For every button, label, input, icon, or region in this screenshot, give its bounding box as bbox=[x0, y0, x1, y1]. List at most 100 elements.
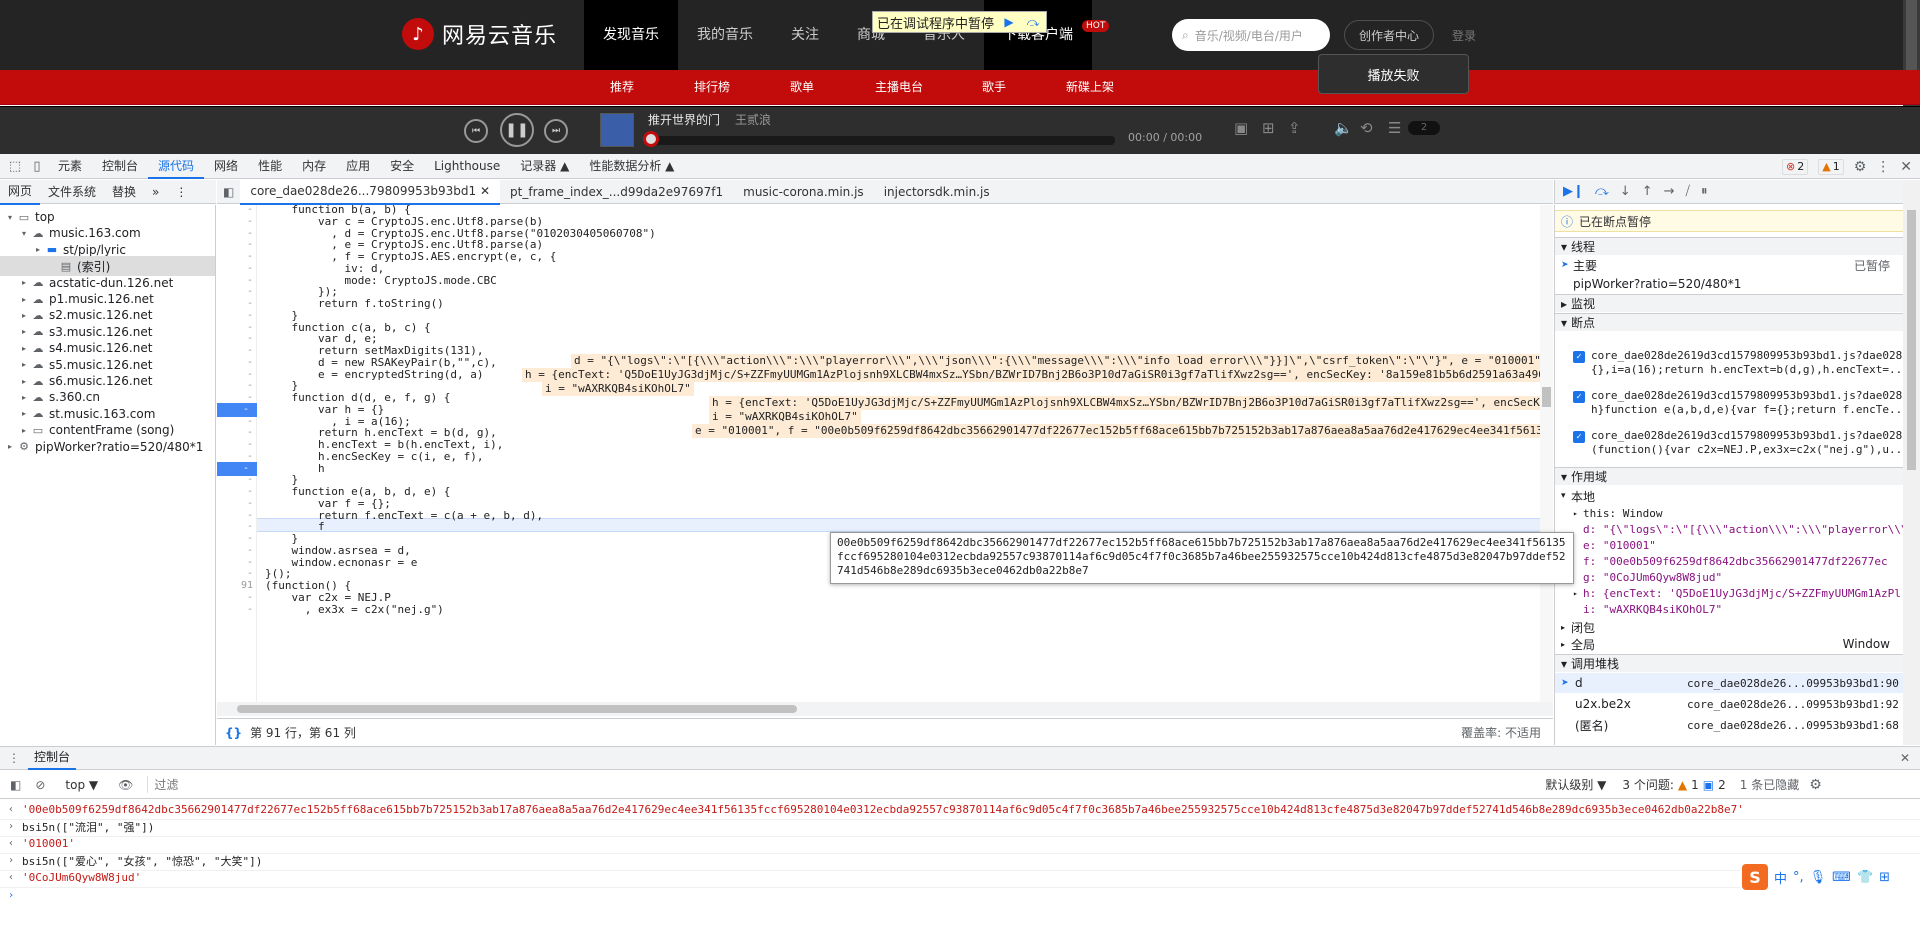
subnav-new-albums[interactable]: 新碟上架 bbox=[1066, 70, 1114, 105]
tree-arrow-icon[interactable]: ▸ bbox=[18, 278, 30, 287]
tree-arrow-icon[interactable]: ▸ bbox=[18, 327, 30, 336]
clear-console-icon[interactable]: ⊘ bbox=[35, 778, 45, 792]
warning-badge[interactable]: ▲ 1 bbox=[1818, 158, 1844, 175]
tree-arrow-icon[interactable]: ▸ bbox=[18, 311, 30, 320]
sidebar-toggle-icon[interactable]: ◧ bbox=[10, 778, 21, 792]
toolbox-icon[interactable]: ⊞ bbox=[1879, 870, 1890, 885]
thread-main[interactable]: ➤ 主要 已暂停 bbox=[1555, 256, 1903, 274]
nav-follow[interactable]: 关注 bbox=[772, 0, 838, 70]
more-tabs-icon[interactable]: » bbox=[144, 180, 167, 204]
callstack-section[interactable]: ▾ 调用堆栈 bbox=[1555, 654, 1903, 672]
watch-section[interactable]: ▸ 监视 bbox=[1555, 294, 1903, 312]
tab-network[interactable]: 网络 bbox=[204, 154, 248, 179]
song-artist[interactable]: 王贰浪 bbox=[735, 111, 771, 128]
tree-arrow-icon[interactable]: ▾ bbox=[18, 229, 30, 238]
collect-icon[interactable]: ⊞ bbox=[1262, 119, 1275, 137]
step-into-icon[interactable]: ↓ bbox=[1620, 184, 1631, 199]
share-icon[interactable]: ⇪ bbox=[1288, 119, 1301, 137]
close-icon[interactable]: ✕ bbox=[1900, 159, 1912, 175]
scope-var-e[interactable]: e: "010001" bbox=[1555, 537, 1903, 553]
previous-icon[interactable]: ⏮ bbox=[464, 119, 488, 143]
album-cover[interactable] bbox=[600, 113, 634, 147]
punctuation-icon[interactable]: °, bbox=[1793, 870, 1804, 885]
subnav-playlists[interactable]: 歌单 bbox=[790, 70, 814, 105]
next-icon[interactable]: ⏭ bbox=[544, 119, 568, 143]
subnav-radio[interactable]: 主播电台 bbox=[875, 70, 923, 105]
scope-global[interactable]: ▸ 全局 Window bbox=[1555, 636, 1903, 652]
tab-performance[interactable]: 性能 bbox=[248, 154, 292, 179]
tree-arrow-icon[interactable]: ▾ bbox=[4, 213, 16, 222]
step-over-icon[interactable]: ⤼ bbox=[1024, 14, 1042, 30]
tab-recorder[interactable]: 记录器 ▲ bbox=[510, 154, 579, 179]
playlist-icon[interactable]: ☰ bbox=[1388, 119, 1401, 137]
file-tab-injectorsdk[interactable]: injectorsdk.min.js bbox=[874, 180, 1000, 204]
callstack-frame[interactable]: u2x.be2x core_dae028de26...09953b93bd1:92 bbox=[1555, 694, 1903, 714]
more-icon[interactable]: ⋮ bbox=[1876, 159, 1890, 175]
editor-horizontal-scrollbar[interactable] bbox=[217, 702, 1553, 716]
volume-icon[interactable]: 🔈 bbox=[1334, 119, 1353, 137]
tree-arrow-icon[interactable]: ▸ bbox=[18, 377, 30, 386]
sogou-ime-icon[interactable]: S bbox=[1742, 864, 1768, 890]
log-levels-dropdown[interactable]: 默认级别 ▼ bbox=[1545, 776, 1606, 793]
file-tab-pt-frame[interactable]: pt_frame_index_...d99da2e97697f1 bbox=[500, 180, 733, 204]
site-logo[interactable]: ♪ 网易云音乐 bbox=[402, 18, 557, 50]
nav-discover[interactable]: 发现音乐 bbox=[584, 0, 678, 70]
scope-var-d[interactable]: d: "{\"logs\":\"[{\\\"action\\\":\\\"pla… bbox=[1555, 521, 1903, 537]
line-number[interactable]: - bbox=[217, 603, 257, 617]
ime-toolbar[interactable]: S 中 °, 🎙 ⌨ 👕 ⊞ bbox=[1740, 862, 1920, 892]
subnav-recommend[interactable]: 推荐 bbox=[610, 70, 634, 105]
navtab-page[interactable]: 网页 bbox=[0, 179, 41, 205]
deactivate-breakpoints-icon[interactable]: ⧸ bbox=[1686, 184, 1690, 199]
tab-security[interactable]: 安全 bbox=[380, 154, 424, 179]
inspect-icon[interactable]: ⬚ bbox=[4, 159, 26, 174]
tree-arrow-icon[interactable]: ▸ bbox=[32, 245, 44, 254]
step-over-icon[interactable]: ⤼ bbox=[1595, 184, 1609, 199]
drawer-menu-icon[interactable]: ⋮ bbox=[8, 751, 20, 765]
toggle-navigator-icon[interactable]: ◧ bbox=[217, 180, 240, 204]
nav-my-music[interactable]: 我的音乐 bbox=[678, 0, 772, 70]
scope-var-g[interactable]: g: "0CoJUm6Qyw8W8jud" bbox=[1555, 569, 1903, 585]
pip-icon[interactable]: ▣ bbox=[1234, 119, 1248, 137]
navigator-menu-icon[interactable]: ⋮ bbox=[167, 180, 195, 204]
checkbox-icon[interactable]: ✓ bbox=[1573, 391, 1585, 403]
tab-sources[interactable]: 源代码 bbox=[148, 154, 205, 179]
console-prompt[interactable]: › bbox=[0, 885, 1920, 905]
tab-application[interactable]: 应用 bbox=[336, 154, 380, 179]
pause-icon[interactable]: ❚❚ bbox=[500, 113, 534, 147]
scope-var-i[interactable]: i: "wAXRKQB4siKOhOL7" bbox=[1555, 601, 1903, 617]
microphone-icon[interactable]: 🎙 bbox=[1810, 870, 1827, 885]
song-title[interactable]: 推开世界的门 bbox=[648, 111, 720, 128]
code-editor[interactable]: - - - - - - - - - - - - - - - - - - - - - - - - - - - - - - - -91- - fun… bbox=[217, 205, 1553, 702]
scope-local[interactable]: ▾ 本地 bbox=[1555, 488, 1903, 504]
breakpoint-item[interactable]: ✓ core_dae028de2619d3cd1579809953b93bd1.j… bbox=[1573, 389, 1903, 417]
site-search[interactable]: ⌕ 音乐/视频/电台/用户 bbox=[1172, 19, 1330, 51]
tree-arrow-icon[interactable]: ▸ bbox=[18, 409, 30, 418]
tree-arrow-icon[interactable]: ▸ bbox=[18, 344, 30, 353]
subnav-artists[interactable]: 歌手 bbox=[982, 70, 1006, 105]
resume-icon[interactable]: ▶ bbox=[1000, 14, 1018, 30]
step-out-icon[interactable]: ↑ bbox=[1642, 184, 1653, 199]
scope-section[interactable]: ▾ 作用域 bbox=[1555, 467, 1903, 485]
breakpoint-item[interactable]: ✓ core_dae028de2619d3cd1579809953b93bd1.j… bbox=[1573, 429, 1903, 457]
thread-worker[interactable]: pipWorker?ratio=520/480*1 bbox=[1555, 275, 1903, 293]
live-expression-icon[interactable]: 👁 bbox=[118, 778, 133, 792]
filter-input[interactable]: 过滤 bbox=[147, 776, 1537, 793]
tab-elements[interactable]: 元素 bbox=[48, 154, 92, 179]
file-tab-core[interactable]: core_dae028de26...79809953b93bd1 ✕ bbox=[240, 178, 501, 205]
resume-icon[interactable]: ▶❙ bbox=[1563, 184, 1584, 199]
editor-vertical-scrollbar[interactable] bbox=[1540, 205, 1553, 702]
progress-knob[interactable] bbox=[643, 131, 659, 147]
console-output[interactable]: ‹ '00e0b509f6259df8642dbc35662901477df226… bbox=[0, 799, 1920, 937]
navtab-filesystem[interactable]: 文件系统 bbox=[40, 180, 104, 204]
tree-arrow-icon[interactable]: ▸ bbox=[4, 442, 16, 451]
scope-closure[interactable]: ▸ 闭包 bbox=[1555, 619, 1903, 635]
device-toolbar-icon[interactable]: ▯ bbox=[26, 159, 48, 174]
keyboard-icon[interactable]: ⌨ bbox=[1832, 870, 1851, 885]
file-tab-music-corona[interactable]: music-corona.min.js bbox=[733, 180, 874, 204]
threads-section[interactable]: ▾ 线程 bbox=[1555, 237, 1903, 255]
scope-var-f[interactable]: f: "00e0b509f6259df8642dbc35662901477df2… bbox=[1555, 553, 1903, 569]
breakpoints-section[interactable]: ▾ 断点 bbox=[1555, 313, 1903, 331]
scope-this[interactable]: ▸ this: Window bbox=[1555, 505, 1903, 521]
creator-center-button[interactable]: 创作者中心 bbox=[1344, 20, 1434, 50]
close-drawer-icon[interactable]: ✕ bbox=[1900, 751, 1910, 765]
